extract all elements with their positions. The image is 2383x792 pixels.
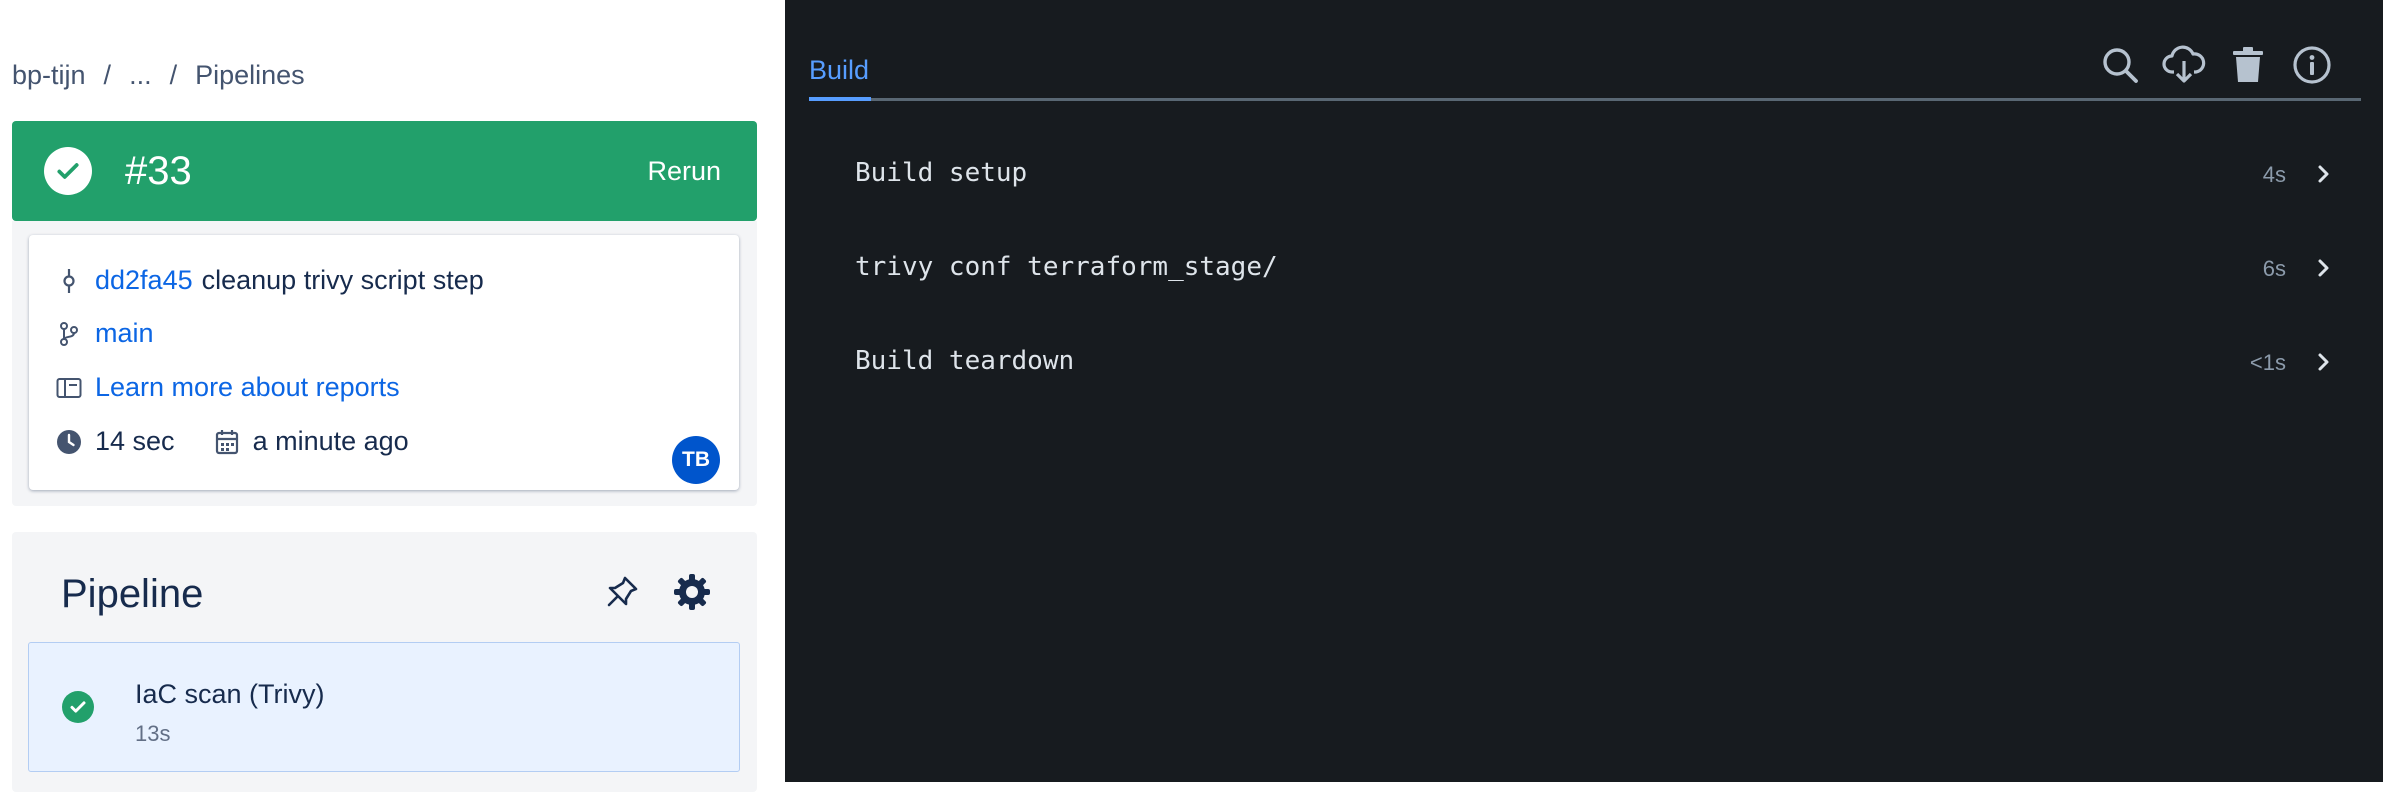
run-duration: 14 sec — [95, 426, 175, 456]
breadcrumb-separator: / — [103, 60, 112, 90]
branch-row: main — [55, 318, 154, 349]
log-panel: Build Build setup 4s trivy conf terrafor… — [785, 0, 2383, 782]
tab-build[interactable]: Build — [809, 55, 869, 86]
run-details-card: dd2fa45 cleanup trivy script step main L… — [29, 235, 739, 490]
log-step-name: trivy conf terraform_stage/ — [855, 252, 1278, 282]
branch-icon — [55, 320, 83, 348]
calendar-icon — [213, 428, 241, 456]
pipeline-section: Pipeline IaC scan (Trivy) 13s — [12, 532, 757, 792]
breadcrumb-item-pipelines[interactable]: Pipelines — [195, 60, 305, 91]
info-icon[interactable] — [2289, 42, 2335, 88]
run-status-header: #33 Rerun — [12, 121, 757, 221]
commit-hash-link[interactable]: dd2fa45 — [95, 265, 193, 296]
run-details-section: dd2fa45 cleanup trivy script step main L… — [12, 221, 757, 506]
step-name: IaC scan (Trivy) — [135, 679, 325, 709]
breadcrumb-separator: / — [169, 60, 178, 90]
success-check-icon — [44, 147, 92, 195]
pipeline-step[interactable]: IaC scan (Trivy) 13s — [28, 642, 740, 772]
tab-active-indicator — [809, 97, 871, 101]
log-step-name: Build teardown — [855, 346, 1075, 376]
commit-row: dd2fa45 cleanup trivy script step — [55, 265, 484, 296]
log-step-name: Build setup — [855, 158, 1028, 188]
reports-row: Learn more about reports — [55, 372, 400, 403]
breadcrumb-item-repo[interactable]: bp-tijn — [12, 60, 86, 91]
avatar[interactable]: TB — [672, 436, 720, 484]
log-step-duration: 4s — [2262, 162, 2286, 187]
chevron-right-icon — [2311, 255, 2337, 281]
log-step-row[interactable]: Build teardown <1s — [809, 332, 2361, 392]
success-check-icon — [62, 691, 94, 723]
tab-divider — [809, 98, 2361, 101]
breadcrumb: bp-tijn / ... / Pipelines — [12, 60, 305, 91]
timing-row: 14 sec a minute ago — [55, 426, 409, 457]
run-started: a minute ago — [252, 426, 409, 456]
report-icon — [55, 374, 83, 402]
chevron-right-icon — [2311, 161, 2337, 187]
log-step-row[interactable]: trivy conf terraform_stage/ 6s — [809, 238, 2361, 298]
rerun-button[interactable]: Rerun — [629, 147, 739, 195]
left-panel: bp-tijn / ... / Pipelines #33 Rerun dd2f… — [0, 0, 785, 792]
search-icon[interactable] — [2097, 42, 2143, 88]
branch-link[interactable]: main — [95, 318, 154, 349]
delete-icon[interactable] — [2225, 42, 2271, 88]
pipeline-title: Pipeline — [61, 572, 204, 616]
step-duration: 13s — [135, 721, 171, 746]
gear-icon[interactable] — [670, 570, 714, 614]
log-step-duration: 6s — [2262, 256, 2286, 281]
reports-link[interactable]: Learn more about reports — [95, 372, 400, 403]
chevron-right-icon — [2311, 349, 2337, 375]
breadcrumb-item-more[interactable]: ... — [129, 60, 152, 91]
log-step-row[interactable]: Build setup 4s — [809, 144, 2361, 204]
run-number: #33 — [125, 149, 192, 193]
clock-icon — [55, 428, 83, 456]
download-icon[interactable] — [2161, 42, 2207, 88]
pin-icon[interactable] — [600, 570, 644, 614]
commit-message: cleanup trivy script step — [201, 265, 484, 295]
commit-icon — [55, 267, 83, 295]
log-step-duration: <1s — [2249, 350, 2286, 375]
